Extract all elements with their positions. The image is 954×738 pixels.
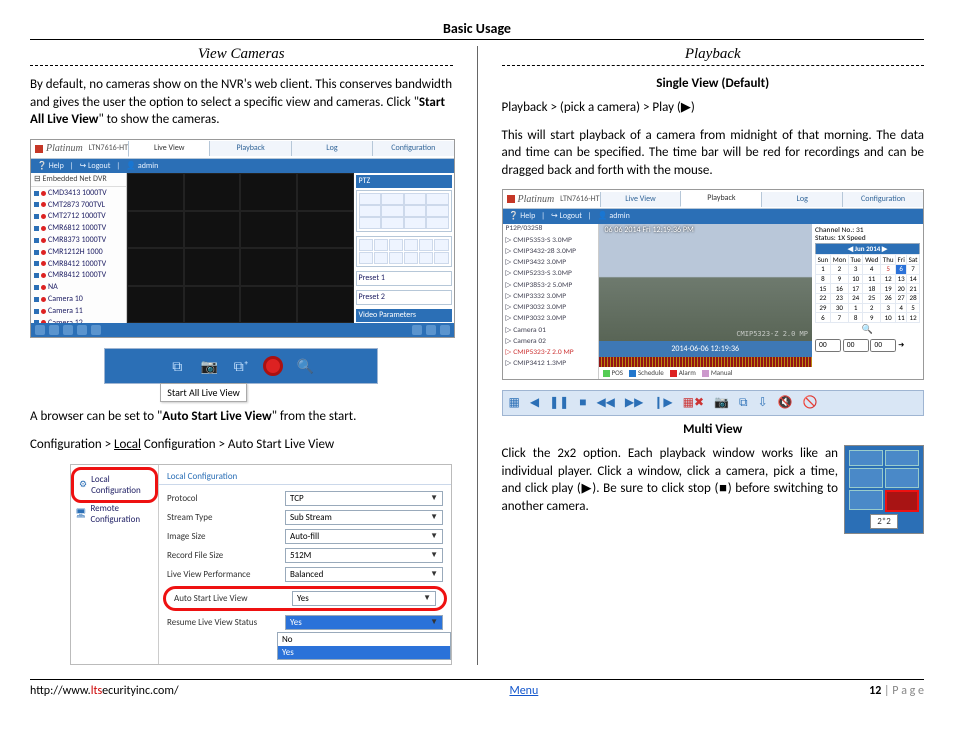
tab-log[interactable]: Log — [291, 141, 372, 156]
playback-recording-bar[interactable] — [599, 357, 813, 367]
snapshot-icon[interactable]: 📷 — [198, 355, 220, 377]
option-yes[interactable]: Yes — [278, 646, 450, 659]
paragraph-playback-desc: This will start playback of a camera fro… — [502, 127, 925, 180]
help-link[interactable]: ❔ Help — [37, 162, 64, 171]
column-view-cameras: View Cameras By default, no cameras show… — [30, 46, 453, 665]
model-label: LTN7616-HT — [89, 144, 128, 153]
ptz-title: PTZ — [356, 175, 452, 188]
screenshot-2x2-option: 2*2 — [844, 445, 924, 534]
zoom-icon[interactable]: 🔍 — [294, 355, 316, 377]
pause-icon[interactable]: ❚❚ — [549, 395, 569, 410]
mute-icon[interactable]: 🔇 — [778, 395, 793, 410]
time-input[interactable]: ➜ — [815, 339, 920, 352]
heading-view-cameras: View Cameras — [30, 46, 453, 63]
select-record-file-size[interactable]: 512M▼ — [285, 548, 443, 563]
select-live-view-perf[interactable]: Balanced▼ — [285, 567, 443, 582]
tree-root[interactable]: ⊟ Embedded Net DVR — [31, 173, 126, 187]
select-protocol[interactable]: TCP▼ — [285, 491, 443, 506]
live-view-toolbar[interactable] — [31, 323, 454, 337]
subheading-single-view: Single View (Default) — [502, 76, 925, 91]
dropdown-auto-start-open[interactable]: No Yes — [277, 632, 451, 660]
select-auto-start-live-view[interactable]: Yes▼ — [292, 591, 436, 606]
status-speed: Status: 1X Speed — [815, 235, 920, 243]
logo-platinum: Platinum — [31, 143, 87, 154]
screenshot-live-view: Platinum LTN7616-HT Live View Playback L… — [30, 139, 455, 339]
preset-2[interactable]: Preset 2 — [356, 290, 452, 305]
subheading-multi-view: Multi View — [502, 422, 925, 437]
step-back-icon[interactable]: ◀◀ — [596, 395, 614, 410]
paragraph-config-path: Configuration > Local Configuration > Au… — [30, 436, 453, 454]
tab-configuration[interactable]: Configuration — [842, 192, 923, 207]
tab-live-view[interactable]: Live View — [128, 141, 209, 157]
start-all-live-view-icon[interactable]: ⧉ — [166, 355, 188, 377]
tab-playback[interactable]: Playback — [209, 141, 290, 156]
logout-link[interactable]: ↪ Logout — [79, 162, 110, 171]
playback-video[interactable]: 06 06 2014 Fri 12:19:36 PM CMIP5323-Z 2.… — [599, 224, 813, 341]
config-sidebar[interactable]: ⚙Local Configuration 🖥Remote Configurati… — [71, 465, 159, 664]
sidebar-item-remote-config[interactable]: 🖥Remote Configuration — [73, 501, 156, 527]
select-stream-type[interactable]: Sub Stream▼ — [285, 510, 443, 525]
column-divider — [477, 46, 478, 665]
record-icon[interactable] — [262, 355, 284, 377]
tab-configuration[interactable]: Configuration — [372, 141, 453, 156]
frame-step-icon[interactable]: ❙▶ — [653, 395, 672, 410]
user-admin[interactable]: 👤 admin — [126, 162, 158, 171]
screenshot-local-config: ⚙Local Configuration 🖥Remote Configurati… — [70, 464, 452, 665]
multi-snapshot-icon[interactable]: ⧉ — [739, 396, 748, 410]
select-image-size[interactable]: Auto-fill▼ — [285, 529, 443, 544]
tab-playback[interactable]: Playback — [680, 191, 761, 207]
column-playback: Playback Single View (Default) Playback … — [502, 46, 925, 665]
playback-legend: POS Schedule Alarm Manual — [599, 367, 813, 379]
screenshot-start-all-tooltip: ⧉ 📷 ⧉⁺ 🔍 Start All Live View — [104, 348, 378, 384]
logout-link[interactable]: ↪ Logout — [551, 212, 582, 221]
playback-toolbar: ▦ ◀ ❚❚ ■ ◀◀ ▶▶ ❙▶ ▦✖ 📷 ⧉ ⇩ 🔇 🚫 — [502, 390, 925, 416]
model-label: LTN7616-HT — [560, 195, 599, 204]
screenshot-playback: Platinum LTN7616-HT Live View Playback L… — [502, 189, 925, 380]
paragraph-playback-path: Playback > (pick a camera) > Play (▶) — [502, 99, 925, 117]
footer-menu-link[interactable]: Menu — [509, 684, 538, 698]
tab-live-view[interactable]: Live View — [600, 192, 681, 207]
heading-playback: Playback — [502, 46, 925, 63]
divider — [502, 65, 925, 66]
live-view-grid[interactable] — [127, 173, 354, 323]
select-resume-status[interactable]: Yes▼ — [285, 615, 443, 630]
clip-icon[interactable]: ▦✖ — [683, 395, 704, 410]
step-fwd-icon[interactable]: ▶▶ — [625, 395, 643, 410]
grid-2x2-label[interactable]: 2*2 — [870, 514, 898, 529]
grid-layout-icon[interactable]: ▦ — [509, 395, 520, 410]
user-admin[interactable]: 👤 admin — [598, 212, 630, 221]
calendar[interactable]: ◀ Jun 2014 ▶ SunMonTueWedThuFriSat 12345… — [815, 243, 920, 323]
video-watermark: CMIP5323-Z 2.0 MP — [736, 331, 808, 339]
page-number: 12 | P a g e — [869, 684, 924, 698]
snapshot-icon[interactable]: 📷 — [714, 395, 729, 410]
help-link[interactable]: ❔ Help — [509, 212, 536, 221]
divider — [30, 65, 453, 66]
page-footer: http://www.ltsecurityinc.com/ Menu 12 | … — [30, 679, 924, 698]
playback-camera-list[interactable]: P12P/03258 ▷ CMIP5353-S 3.0MP ▷ CMIP3432… — [503, 224, 599, 379]
stop-icon[interactable]: ■ — [579, 395, 586, 410]
sidebar-item-local-config[interactable]: ⚙Local Configuration — [77, 472, 152, 498]
config-title: Local Configuration — [159, 469, 451, 485]
multi-snapshot-icon[interactable]: ⧉⁺ — [230, 355, 252, 377]
footer-url[interactable]: http://www.ltsecurityinc.com/ — [30, 684, 179, 698]
tab-log[interactable]: Log — [761, 192, 842, 207]
play-reverse-icon[interactable]: ◀ — [530, 395, 539, 410]
preset-1[interactable]: Preset 1 — [356, 271, 452, 286]
video-timestamp: 06 06 2014 Fri 12:19:36 PM — [605, 226, 694, 235]
ptz-panel: PTZ Preset 1 Preset 2 Video Parameters — [354, 173, 454, 323]
delete-icon[interactable]: 🚫 — [803, 395, 818, 410]
playback-timebar[interactable]: 2014-06-06 12:19:36 — [599, 341, 813, 357]
video-params[interactable]: Video Parameters — [356, 309, 452, 322]
option-no[interactable]: No — [278, 633, 450, 646]
tooltip-start-all: Start All Live View — [160, 383, 247, 402]
logo-platinum: Platinum — [503, 194, 559, 205]
search-icon[interactable]: 🔍 — [815, 325, 920, 335]
page-title: Basic Usage — [30, 20, 924, 40]
paragraph-autostart: A browser can be set to "Auto Start Live… — [30, 408, 453, 426]
camera-tree[interactable]: ⊟ Embedded Net DVR CMD3413 1000TV CMT287… — [31, 173, 127, 323]
download-icon[interactable]: ⇩ — [758, 395, 768, 410]
paragraph-intro: By default, no cameras show on the NVR's… — [30, 76, 453, 129]
